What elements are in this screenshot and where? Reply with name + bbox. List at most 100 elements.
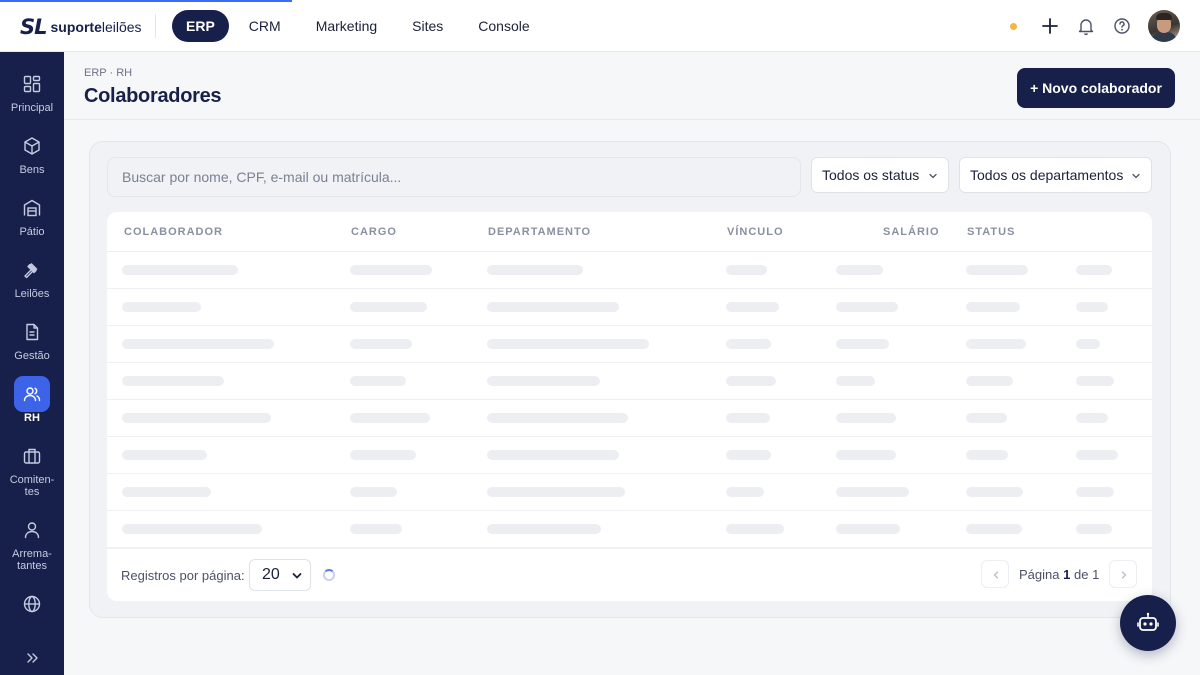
divider — [64, 119, 1200, 120]
skeleton-placeholder — [966, 450, 1008, 460]
status-dot — [1010, 23, 1017, 30]
avatar[interactable] — [1148, 10, 1180, 42]
skeleton-placeholder — [122, 524, 262, 534]
rows-per-page-label: Registros por página: — [121, 568, 245, 583]
sidebar-item-bens[interactable]: Bens — [0, 128, 64, 176]
sidebar-item-label: Gestão — [14, 350, 50, 362]
next-page-button[interactable] — [1109, 560, 1137, 588]
assistant-bot-button[interactable] — [1120, 595, 1176, 651]
top-nav: ERP CRM Marketing Sites Console — [172, 10, 545, 42]
rows-per-page-select[interactable]: 20 — [249, 559, 311, 591]
page-mid: de — [1073, 567, 1089, 582]
skeleton-placeholder — [487, 450, 619, 460]
column-header-colaborador[interactable]: COLABORADOR — [124, 226, 223, 238]
tab-console[interactable]: Console — [463, 10, 544, 42]
grid-icon — [14, 66, 50, 102]
sidebar-item-gestao[interactable]: Gestão — [0, 314, 64, 362]
skeleton-placeholder — [487, 302, 619, 312]
skeleton-placeholder — [1076, 487, 1114, 497]
divider — [155, 14, 156, 38]
tab-erp[interactable]: ERP — [172, 10, 229, 42]
skeleton-placeholder — [487, 524, 601, 534]
loading-spinner-icon — [323, 569, 335, 581]
skeleton-placeholder — [122, 302, 201, 312]
chevrons-right-icon — [14, 640, 50, 675]
skeleton-placeholder — [487, 265, 583, 275]
skeleton-placeholder — [122, 376, 224, 386]
tab-crm[interactable]: CRM — [233, 10, 297, 42]
help-icon[interactable] — [1112, 16, 1132, 36]
user-icon — [14, 512, 50, 548]
sidebar-expand-toggle[interactable] — [0, 640, 64, 675]
skeleton-placeholder — [966, 302, 1020, 312]
skeleton-placeholder — [350, 413, 430, 423]
table-footer: Registros por página: 20 Página 1 de 1 — [107, 549, 1152, 601]
page-prefix: Página — [1019, 567, 1060, 582]
skeleton-placeholder — [966, 376, 1013, 386]
skeleton-placeholder — [836, 339, 889, 349]
new-employee-button[interactable]: + Novo colaborador — [1017, 68, 1175, 108]
search-input[interactable] — [107, 157, 801, 197]
table-header: COLABORADOR CARGO DEPARTAMENTO VÍNCULO S… — [107, 212, 1152, 252]
skeleton-placeholder — [1076, 376, 1114, 386]
loading-progress-bar — [0, 0, 292, 2]
skeleton-placeholder — [836, 376, 875, 386]
sidebar-item-rh[interactable]: RH — [0, 376, 64, 424]
page-title: Colaboradores — [84, 85, 222, 107]
chevron-down-icon — [929, 173, 937, 179]
document-icon — [14, 314, 50, 350]
column-header-status[interactable]: STATUS — [967, 226, 1015, 238]
employees-table: COLABORADOR CARGO DEPARTAMENTO VÍNCULO S… — [107, 212, 1152, 548]
skeleton-placeholder — [350, 524, 402, 534]
skeleton-placeholder — [487, 413, 628, 423]
column-header-departamento[interactable]: DEPARTAMENTO — [488, 226, 591, 238]
skeleton-placeholder — [836, 413, 896, 423]
table-row — [107, 363, 1152, 400]
warehouse-icon — [14, 190, 50, 226]
sidebar-item-patio[interactable]: Pátio — [0, 190, 64, 238]
logo-name-light: leilões — [101, 19, 142, 35]
skeleton-placeholder — [836, 302, 898, 312]
column-header-vinculo[interactable]: VÍNCULO — [727, 226, 784, 238]
top-bar: SL suporte leilões ERP CRM Marketing Site… — [0, 0, 1200, 52]
chevron-right-icon — [1121, 571, 1127, 579]
skeleton-placeholder — [122, 487, 211, 497]
department-filter-select[interactable]: Todos os departamentos — [959, 157, 1152, 193]
skeleton-placeholder — [726, 487, 764, 497]
bell-icon[interactable] — [1076, 16, 1096, 36]
sidebar-item-sites[interactable] — [0, 586, 64, 622]
skeleton-placeholder — [1076, 450, 1118, 460]
prev-page-button[interactable] — [981, 560, 1009, 588]
chevron-down-icon — [292, 573, 302, 579]
sidebar-item-arrematantes[interactable]: Arrema- tantes — [0, 512, 64, 572]
sidebar-item-comitentes[interactable]: Comiten- tes — [0, 438, 64, 498]
sidebar-item-leiloes[interactable]: Leilões — [0, 252, 64, 300]
skeleton-placeholder — [966, 413, 1007, 423]
skeleton-placeholder — [966, 524, 1022, 534]
skeleton-placeholder — [350, 302, 427, 312]
skeleton-placeholder — [726, 302, 779, 312]
table-row — [107, 474, 1152, 511]
department-filter-value: Todos os departamentos — [970, 167, 1124, 183]
table-row — [107, 400, 1152, 437]
tab-marketing[interactable]: Marketing — [301, 10, 392, 42]
tab-sites[interactable]: Sites — [396, 10, 459, 42]
table-row — [107, 252, 1152, 289]
users-icon — [14, 376, 50, 412]
skeleton-placeholder — [726, 524, 784, 534]
skeleton-placeholder — [966, 487, 1023, 497]
globe-icon — [14, 586, 50, 622]
chevron-left-icon — [993, 571, 999, 579]
sidebar-item-principal[interactable]: Principal — [0, 66, 64, 114]
brand-logo[interactable]: SL suporte leilões — [20, 14, 142, 40]
table-row — [107, 326, 1152, 363]
skeleton-placeholder — [726, 339, 771, 349]
skeleton-placeholder — [726, 450, 771, 460]
plus-icon[interactable] — [1040, 16, 1060, 36]
skeleton-placeholder — [1076, 413, 1108, 423]
skeleton-placeholder — [726, 413, 770, 423]
column-header-cargo[interactable]: CARGO — [351, 226, 397, 238]
status-filter-select[interactable]: Todos os status — [811, 157, 949, 193]
column-header-salario[interactable]: SALÁRIO — [883, 226, 940, 238]
skeleton-placeholder — [726, 265, 767, 275]
